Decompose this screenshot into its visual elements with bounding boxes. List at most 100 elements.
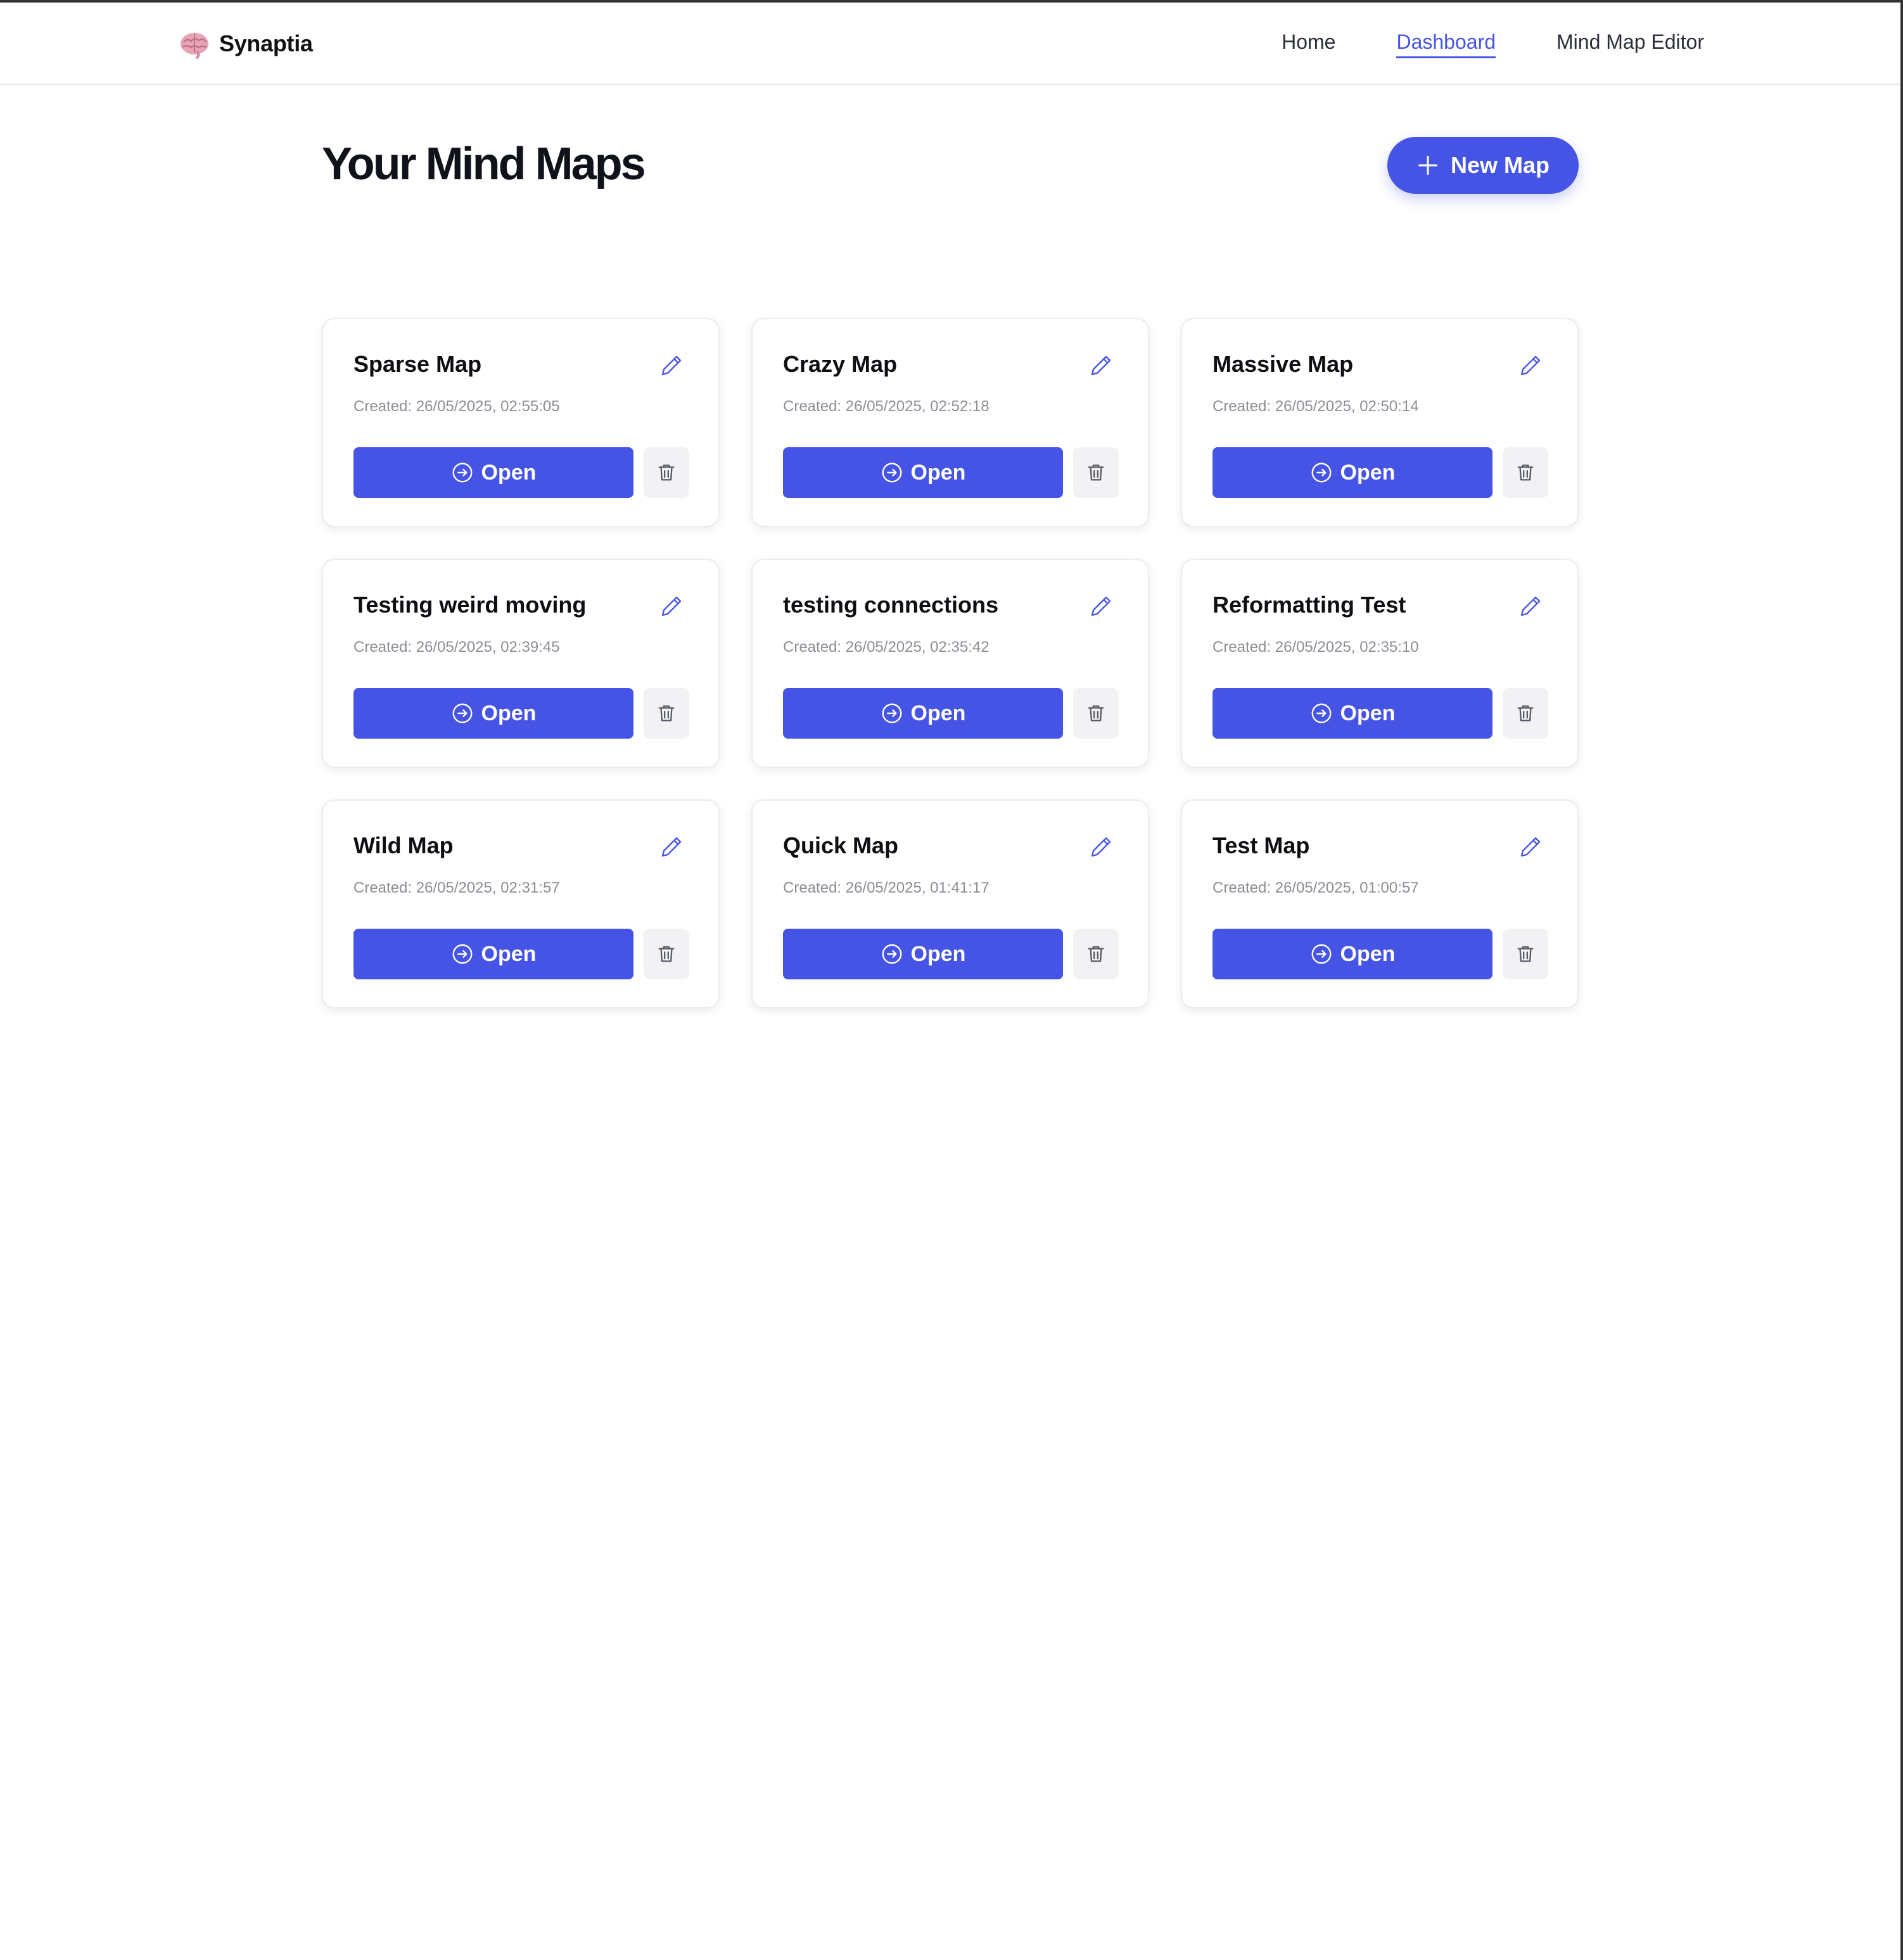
open-label: Open	[1340, 701, 1396, 725]
delete-map-button[interactable]	[1503, 688, 1548, 739]
arrow-circle-right-icon	[452, 462, 472, 483]
open-map-button[interactable]: Open	[783, 447, 1063, 498]
delete-map-button[interactable]	[1073, 688, 1119, 739]
map-card: Test Map Created: 26/05/2025, 01:00:57 O…	[1181, 799, 1579, 1009]
pencil-icon	[1091, 355, 1111, 375]
open-label: Open	[481, 701, 537, 725]
trash-icon	[1517, 946, 1534, 962]
top-nav: Synaptia Home Dashboard Mind Map Editor	[0, 3, 1900, 85]
map-title: Testing weird moving	[353, 592, 587, 618]
pencil-icon	[1520, 355, 1541, 375]
edit-map-button[interactable]	[658, 834, 685, 862]
map-card: Massive Map Created: 26/05/2025, 02:50:1…	[1181, 318, 1579, 527]
map-card: Testing weird moving Created: 26/05/2025…	[322, 559, 720, 768]
pencil-icon	[661, 596, 682, 616]
delete-map-button[interactable]	[644, 447, 689, 498]
trash-icon	[1088, 946, 1104, 962]
edit-map-button[interactable]	[1517, 352, 1544, 380]
trash-icon	[1088, 464, 1104, 481]
map-created-date: Created: 26/05/2025, 02:35:10	[1212, 639, 1419, 656]
nav-link-home[interactable]: Home	[1282, 30, 1335, 58]
brain-icon	[181, 33, 208, 59]
map-title: Crazy Map	[783, 351, 898, 377]
map-card: Crazy Map Created: 26/05/2025, 02:52:18 …	[751, 318, 1149, 527]
pencil-icon	[1520, 837, 1541, 856]
open-map-button[interactable]: Open	[353, 447, 633, 498]
delete-map-button[interactable]	[1073, 929, 1119, 979]
edit-map-button[interactable]	[1087, 352, 1115, 380]
nav-link-dashboard[interactable]: Dashboard	[1396, 30, 1496, 58]
arrow-circle-right-icon	[1311, 703, 1331, 723]
map-title: Massive Map	[1212, 351, 1354, 377]
arrow-circle-right-icon	[452, 703, 472, 723]
trash-icon	[1517, 464, 1534, 481]
map-created-date: Created: 26/05/2025, 02:52:18	[783, 398, 990, 415]
open-label: Open	[910, 460, 966, 485]
plus-icon	[1418, 156, 1437, 175]
arrow-circle-right-icon	[882, 944, 901, 964]
nav-link-mind-map-editor[interactable]: Mind Map Editor	[1556, 30, 1704, 58]
map-created-date: Created: 26/05/2025, 02:31:57	[353, 879, 560, 896]
arrow-circle-right-icon	[1311, 944, 1331, 964]
open-label: Open	[1340, 460, 1396, 485]
edit-map-button[interactable]	[1087, 593, 1115, 621]
map-title: Wild Map	[353, 832, 454, 858]
open-label: Open	[1340, 941, 1396, 966]
open-label: Open	[910, 701, 966, 725]
edit-map-button[interactable]	[658, 593, 685, 621]
open-label: Open	[481, 460, 537, 485]
pencil-icon	[661, 355, 682, 375]
open-map-button[interactable]: Open	[783, 929, 1063, 979]
map-created-date: Created: 26/05/2025, 01:00:57	[1212, 879, 1419, 896]
open-label: Open	[481, 941, 537, 966]
brand-name: Synaptia	[219, 30, 313, 56]
edit-map-button[interactable]	[1087, 834, 1115, 862]
main-content: Your Mind Maps New Map Sparse Map Create…	[322, 85, 1579, 1009]
new-map-button[interactable]: New Map	[1387, 137, 1579, 194]
map-title: testing connections	[783, 592, 999, 618]
map-card: Quick Map Created: 26/05/2025, 01:41:17 …	[751, 799, 1149, 1009]
open-map-button[interactable]: Open	[1212, 447, 1492, 498]
pencil-icon	[1091, 596, 1111, 616]
map-title: Reformatting Test	[1212, 592, 1406, 618]
pencil-icon	[661, 837, 682, 856]
open-map-button[interactable]: Open	[1212, 688, 1492, 739]
map-card: testing connections Created: 26/05/2025,…	[751, 559, 1149, 768]
trash-icon	[658, 705, 675, 722]
open-map-button[interactable]: Open	[353, 929, 633, 979]
delete-map-button[interactable]	[1073, 447, 1119, 498]
page-title: Your Mind Maps	[322, 139, 646, 189]
arrow-circle-right-icon	[882, 462, 901, 483]
delete-map-button[interactable]	[1503, 929, 1548, 979]
map-created-date: Created: 26/05/2025, 02:39:45	[353, 639, 560, 656]
map-title: Quick Map	[783, 832, 899, 858]
delete-map-button[interactable]	[644, 688, 689, 739]
map-created-date: Created: 26/05/2025, 02:55:05	[353, 398, 560, 415]
edit-map-button[interactable]	[658, 352, 685, 380]
trash-icon	[1088, 705, 1104, 722]
edit-map-button[interactable]	[1517, 834, 1544, 862]
trash-icon	[658, 464, 675, 481]
map-created-date: Created: 26/05/2025, 02:35:42	[783, 639, 990, 656]
delete-map-button[interactable]	[644, 929, 689, 979]
nav-links: Home Dashboard Mind Map Editor	[1282, 30, 1704, 58]
arrow-circle-right-icon	[882, 703, 901, 723]
new-map-label: New Map	[1450, 152, 1550, 178]
map-grid: Sparse Map Created: 26/05/2025, 02:55:05…	[322, 318, 1579, 1009]
brand[interactable]: Synaptia	[179, 28, 313, 60]
pencil-icon	[1091, 837, 1111, 856]
page-header: Your Mind Maps New Map	[322, 85, 1579, 237]
map-created-date: Created: 26/05/2025, 01:41:17	[783, 879, 990, 896]
open-map-button[interactable]: Open	[353, 688, 633, 739]
open-map-button[interactable]: Open	[783, 688, 1063, 739]
arrow-circle-right-icon	[452, 944, 472, 964]
trash-icon	[1517, 705, 1534, 722]
map-card: Sparse Map Created: 26/05/2025, 02:55:05…	[322, 318, 720, 527]
open-map-button[interactable]: Open	[1212, 929, 1492, 979]
edit-map-button[interactable]	[1517, 593, 1544, 621]
map-card: Wild Map Created: 26/05/2025, 02:31:57 O…	[322, 799, 720, 1009]
map-title: Test Map	[1212, 832, 1310, 858]
delete-map-button[interactable]	[1503, 447, 1548, 498]
map-title: Sparse Map	[353, 351, 482, 377]
map-created-date: Created: 26/05/2025, 02:50:14	[1212, 398, 1419, 415]
